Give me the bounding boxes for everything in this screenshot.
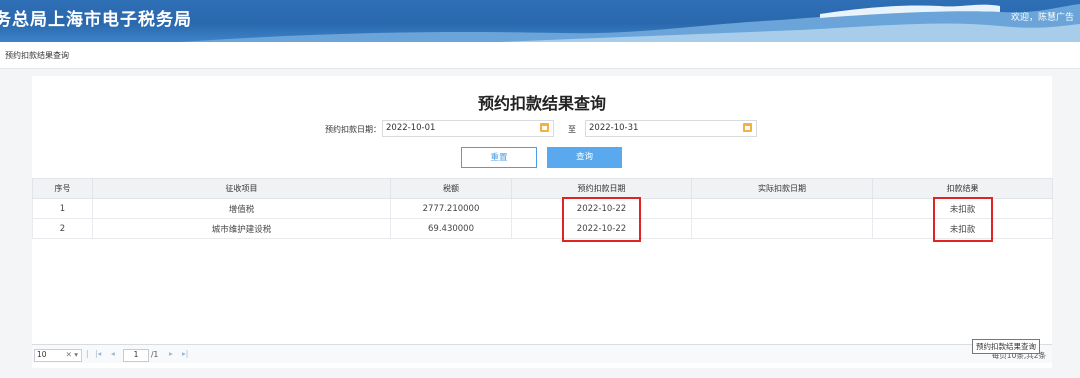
cell-actual-date — [691, 218, 873, 239]
query-panel: 预约扣款结果查询 预约扣款日期： 2022-10-01 至 2022-10-31… — [32, 76, 1053, 368]
reset-button[interactable]: 重置 — [461, 147, 537, 168]
to-label: 至 — [568, 125, 576, 134]
page-title: 预约扣款结果查询 — [477, 94, 606, 113]
date-from-field[interactable]: 2022-10-01 — [382, 120, 554, 137]
query-button[interactable]: 查询 — [547, 147, 622, 168]
divider: | — [86, 349, 89, 358]
last-page-icon[interactable]: ▸| — [182, 349, 188, 358]
results-table: 序号 征收项目 税额 预约扣款日期 实际扣款日期 扣款结果 1 增值税 2777… — [32, 178, 1053, 239]
date-to-value: 2022-10-31 — [589, 123, 639, 133]
tooltip: 预约扣款结果查询 — [972, 339, 1040, 354]
cell-amount: 69.430000 — [390, 218, 512, 239]
cell-index: 2 — [32, 218, 93, 239]
result-highlight-box — [933, 197, 993, 242]
table-header-row: 序号 征收项目 税额 预约扣款日期 实际扣款日期 扣款结果 — [32, 178, 1053, 199]
next-page-icon[interactable]: ▸ — [169, 349, 173, 358]
col-header-index[interactable]: 序号 — [32, 178, 93, 199]
date-label: 预约扣款日期： — [325, 125, 381, 134]
col-header-actual-date[interactable]: 实际扣款日期 — [691, 178, 873, 199]
cell-amount: 2777.210000 — [390, 198, 512, 219]
breadcrumb[interactable]: 预约扣款结果查询 — [5, 50, 69, 61]
cell-actual-date — [691, 198, 873, 219]
date-from-value: 2022-10-01 — [386, 123, 436, 133]
prev-page-icon[interactable]: ◂ — [111, 349, 115, 358]
cell-index: 1 — [32, 198, 93, 219]
col-header-scheduled-date[interactable]: 预约扣款日期 — [511, 178, 692, 199]
date-highlight-box — [562, 197, 641, 242]
col-header-amount[interactable]: 税额 — [390, 178, 512, 199]
welcome-text[interactable]: 欢迎，陈慧广告 — [1011, 10, 1074, 23]
total-pages: /1 — [151, 350, 159, 359]
calendar-icon[interactable] — [540, 123, 549, 132]
page-size-value: 10 — [37, 350, 47, 359]
cell-item: 增值税 — [92, 198, 391, 219]
col-header-item[interactable]: 征收项目 — [92, 178, 391, 199]
cell-item: 城市维护建设税 — [92, 218, 391, 239]
clear-chevron-icon[interactable]: ✕ ▾ — [66, 350, 78, 359]
header-banner: 务总局上海市电子税务局 欢迎，陈慧广告 — [0, 0, 1080, 42]
breadcrumb-bar: 预约扣款结果查询 — [0, 42, 1080, 69]
page-input[interactable]: 1 — [123, 349, 149, 362]
calendar-icon[interactable] — [743, 123, 752, 132]
table-row[interactable]: 1 增值税 2777.210000 2022-10-22 未扣款 — [32, 198, 1053, 219]
col-header-result[interactable]: 扣款结果 — [872, 178, 1053, 199]
first-page-icon[interactable]: |◂ — [95, 349, 101, 358]
date-to-field[interactable]: 2022-10-31 — [585, 120, 757, 137]
site-title: 务总局上海市电子税务局 — [0, 10, 192, 30]
table-row[interactable]: 2 城市维护建设税 69.430000 2022-10-22 未扣款 — [32, 218, 1053, 239]
pagination-bar: 10 ✕ ▾ | |◂ ◂ 1 /1 ▸ ▸| 每页10条,共2条 — [32, 344, 1052, 363]
page-size-select[interactable]: 10 ✕ ▾ — [34, 349, 82, 362]
